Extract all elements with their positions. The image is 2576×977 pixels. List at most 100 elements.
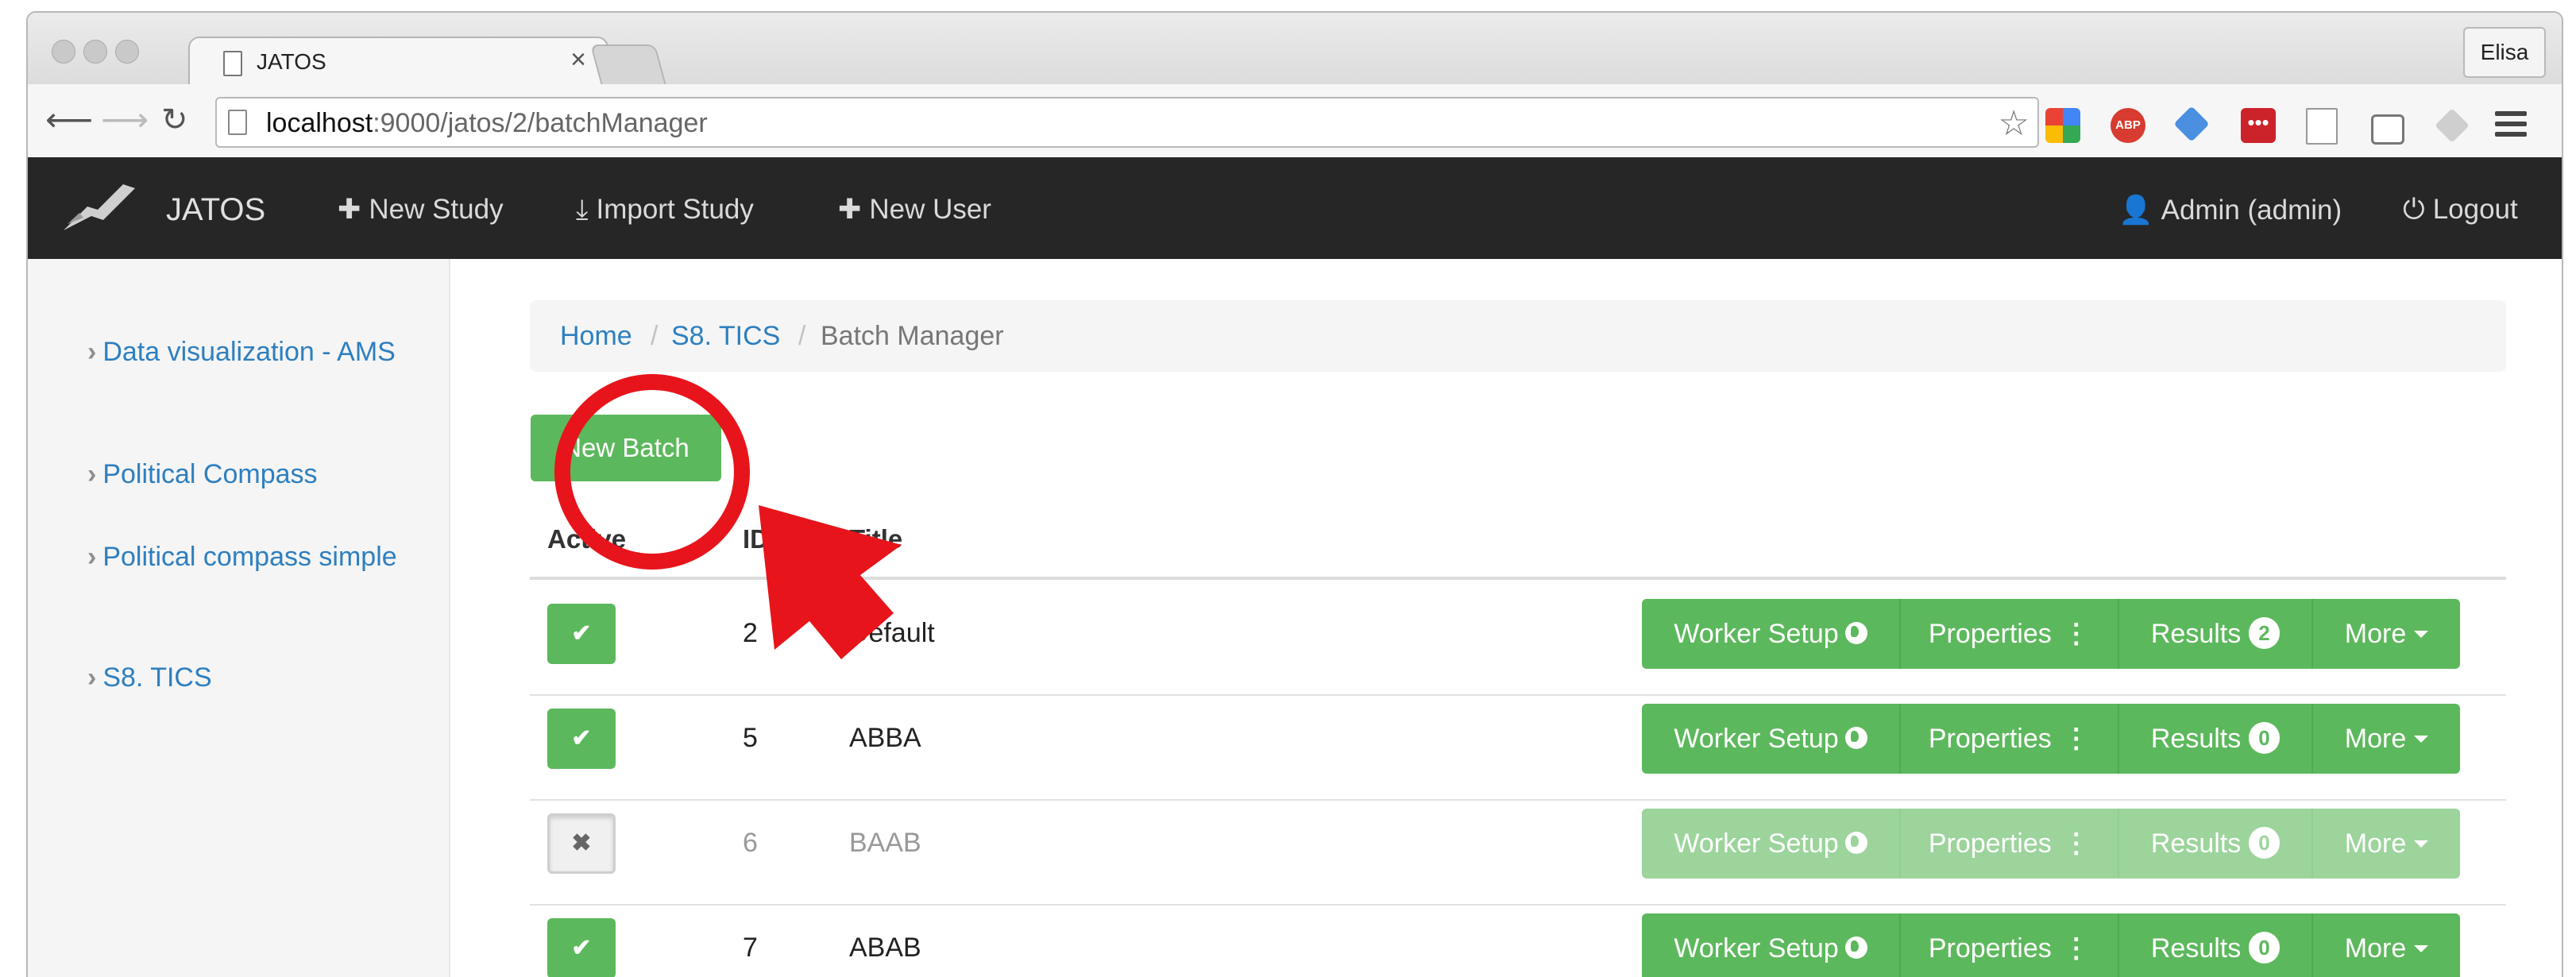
google-extension-icon[interactable] (2045, 108, 2080, 143)
page-icon (223, 51, 242, 76)
results-count-badge: 0 (2249, 932, 2280, 963)
batch-title: ABAB (849, 933, 921, 963)
row-divider (530, 694, 2506, 696)
import-icon: ⤓ (576, 194, 589, 225)
row-divider (530, 799, 2506, 801)
results-button[interactable]: Results 0 (2118, 809, 2314, 879)
results-button[interactable]: Results 2 (2118, 599, 2314, 669)
inactive-toggle[interactable]: ✖ (547, 813, 616, 874)
breadcrumb-separator: / (798, 321, 806, 351)
batch-id: 5 (743, 723, 758, 753)
more-dropdown-button[interactable]: More (2313, 704, 2460, 774)
inbox-extension-icon[interactable] (2371, 114, 2404, 145)
browser-tab[interactable]: JATOS × (188, 37, 608, 87)
results-button[interactable]: Results 0 (2118, 913, 2314, 977)
sidebar-item-s8-tics[interactable]: › S8. TICS (87, 658, 405, 697)
power-icon: ⏻ (2403, 194, 2425, 225)
plus-icon: ✚ (838, 194, 862, 225)
active-toggle[interactable]: ✔ (547, 604, 616, 664)
study-sidebar: › Data visualization - AMS › Political Com… (28, 259, 450, 977)
sidebar-item-data-visualization[interactable]: › Data visualization - AMS (87, 332, 405, 372)
app-navbar: JATOS ✚ New Study ⤓ Import Study ✚ New User… (28, 157, 2562, 259)
batch-title: BAAB (849, 828, 921, 858)
url-text[interactable]: localhost:9000/jatos/2/batchManager (266, 108, 708, 139)
results-count-badge: 0 (2249, 722, 2280, 754)
properties-button[interactable]: Properties ⋮ (1901, 704, 2119, 774)
plus-icon: ✚ (338, 194, 361, 225)
browser-window: JATOS × Elisa ⟵ ⟶ ↻ localhost:9000/jatos… (26, 11, 2563, 977)
forward-icon[interactable]: ⟶ (101, 102, 149, 138)
breadcrumb-study[interactable]: S8. TICS (671, 300, 780, 372)
page-icon (228, 110, 247, 135)
globe-icon (1844, 832, 1867, 854)
chevron-right-icon: › (87, 459, 97, 489)
chevron-right-icon: › (87, 542, 97, 572)
chevron-right-icon: › (87, 337, 97, 367)
bookmark-star-icon[interactable]: ☆ (1999, 103, 2030, 144)
properties-button[interactable]: Properties ⋮ (1901, 913, 2119, 977)
profile-button[interactable]: Elisa (2463, 27, 2546, 78)
reload-icon[interactable]: ↻ (161, 102, 188, 138)
vertical-dots-icon: ⋮ (2062, 619, 2090, 649)
active-toggle[interactable]: ✔ (547, 709, 616, 769)
vertical-dots-icon: ⋮ (2062, 724, 2090, 754)
caret-down-icon (2414, 631, 2429, 638)
sidebar-item-political-compass[interactable]: › Political Compass (87, 454, 405, 494)
worker-setup-button[interactable]: Worker Setup (1642, 809, 1902, 879)
close-window-button[interactable] (52, 40, 75, 64)
caret-down-icon (2414, 840, 2429, 848)
breadcrumb-home[interactable]: Home (560, 300, 632, 372)
properties-button[interactable]: Properties ⋮ (1901, 809, 2119, 879)
browser-menu-icon[interactable] (2495, 111, 2527, 142)
minimize-window-button[interactable] (83, 40, 107, 64)
dropbox-icon[interactable] (2435, 108, 2470, 143)
results-button[interactable]: Results 0 (2118, 704, 2314, 774)
results-count-badge: 0 (2249, 827, 2280, 859)
document-extension-icon[interactable] (2306, 108, 2338, 145)
brand-name[interactable]: JATOS (166, 192, 265, 228)
new-user-link[interactable]: ✚ New User (838, 194, 991, 226)
batch-actions: Worker Setup Properties ⋮ Results 0 More (1642, 809, 2460, 879)
adblock-plus-icon[interactable]: ABP (2111, 108, 2145, 143)
batch-title: ABBA (849, 723, 921, 753)
caret-down-icon (2414, 736, 2429, 743)
lastpass-icon[interactable]: ••• (2241, 108, 2276, 143)
caret-down-icon (2414, 945, 2429, 952)
breadcrumb-separator: / (651, 321, 658, 351)
diamond-extension-icon[interactable] (2173, 106, 2210, 142)
worker-setup-button[interactable]: Worker Setup (1642, 704, 1902, 774)
worker-setup-button[interactable]: Worker Setup (1642, 913, 1902, 977)
vertical-dots-icon: ⋮ (2062, 933, 2090, 963)
sidebar-item-political-compass-simple[interactable]: › Political compass simple (87, 537, 405, 577)
more-dropdown-button[interactable]: More (2313, 599, 2460, 669)
new-study-link[interactable]: ✚ New Study (338, 194, 504, 226)
batch-id: 7 (743, 933, 758, 963)
more-dropdown-button[interactable]: More (2313, 913, 2460, 977)
highlight-circle (554, 374, 750, 570)
row-divider (530, 904, 2506, 906)
properties-button[interactable]: Properties ⋮ (1901, 599, 2119, 669)
worker-setup-button[interactable]: Worker Setup (1642, 599, 1902, 669)
tab-title: JATOS (257, 49, 326, 74)
batch-id: 6 (743, 828, 758, 858)
globe-icon (1844, 727, 1867, 749)
logout-link[interactable]: ⏻ Logout (2403, 194, 2518, 226)
address-bar[interactable]: localhost:9000/jatos/2/batchManager ☆ (215, 97, 2039, 148)
import-study-link[interactable]: ⤓ Import Study (576, 194, 754, 226)
active-toggle[interactable]: ✔ (547, 918, 616, 977)
batch-actions: Worker Setup Properties ⋮ Results 2 More (1642, 599, 2460, 669)
user-link[interactable]: 👤 Admin (admin) (2118, 194, 2342, 226)
breadcrumb-current: Batch Manager (821, 321, 1004, 351)
more-dropdown-button[interactable]: More (2313, 809, 2460, 879)
breadcrumb: Home / S8. TICS / Batch Manager (530, 300, 2506, 372)
tab-close-icon[interactable]: × (570, 44, 586, 75)
new-tab-button[interactable] (590, 44, 666, 86)
results-count-badge: 2 (2249, 617, 2280, 649)
globe-icon (1844, 936, 1867, 959)
back-icon[interactable]: ⟵ (45, 102, 93, 138)
browser-toolbar: ⟵ ⟶ ↻ localhost:9000/jatos/2/batchManage… (28, 84, 2562, 159)
jatos-logo-icon (64, 184, 135, 230)
zoom-window-button[interactable] (115, 40, 139, 64)
globe-icon (1844, 622, 1867, 644)
batch-actions: Worker Setup Properties ⋮ Results 0 More (1642, 704, 2460, 774)
